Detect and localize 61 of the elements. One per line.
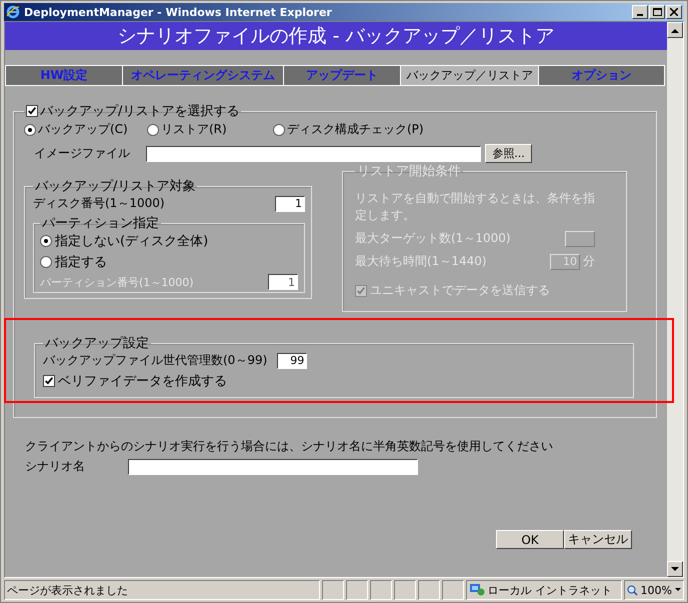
status-pane: [442, 580, 464, 600]
scenario-name-field[interactable]: [128, 458, 418, 474]
status-pane: [346, 580, 368, 600]
radio-label: ディスク構成チェック(P): [287, 121, 424, 138]
minimize-button[interactable]: [632, 5, 648, 19]
description: リストアを自動で開始するときは、条件を指定します。: [355, 190, 595, 224]
up-arrow-icon: [671, 28, 679, 32]
group-title: パーティション指定: [41, 215, 160, 232]
checkbox-label: バックアップ/リストアを選択する: [40, 103, 240, 120]
scroll-up-button[interactable]: [667, 22, 683, 38]
status-pane: [394, 580, 416, 600]
field-label: イメージファイル: [34, 145, 131, 162]
radio-label: バックアップ(C): [38, 121, 128, 138]
field-label: パーティション番号(1～1000): [40, 274, 194, 290]
radio-button[interactable]: [24, 124, 36, 136]
ok-button[interactable]: OK: [496, 530, 564, 549]
checkbox[interactable]: [43, 375, 55, 387]
note-text: クライアントからのシナリオ実行を行う場合には、シナリオ名に半角英数記号を使用してください: [25, 438, 554, 455]
scrollbar[interactable]: [667, 22, 683, 577]
radio-button[interactable]: [40, 256, 52, 268]
status-pane: [370, 580, 392, 600]
field-label: ディスク番号(1～1000): [33, 195, 165, 212]
radio-label: 指定しない(ディスク全体): [55, 233, 208, 250]
status-pane: [418, 580, 440, 600]
radio-label: 指定する: [55, 254, 107, 271]
radio-button[interactable]: [273, 124, 285, 136]
browser-icon: [6, 5, 20, 19]
network-icon: [468, 583, 485, 597]
field-label: 最大ターゲット数(1～1000): [355, 230, 511, 247]
tab[interactable]: バックアップ／リストア: [401, 66, 539, 85]
image-file-field[interactable]: [146, 146, 481, 162]
checkbox[interactable]: [26, 105, 38, 117]
close-button[interactable]: [666, 5, 682, 19]
radio-label: リストア(R): [161, 121, 227, 138]
group-title: リストア開始条件: [356, 163, 462, 180]
disk-number-field[interactable]: 1: [275, 196, 305, 212]
status-pane: [322, 580, 344, 600]
close-icon: [670, 8, 678, 16]
page-title: シナリオファイルの作成 - バックアップ／リストア: [118, 24, 554, 49]
checkbox-label: ベリファイデータを作成する: [58, 373, 227, 390]
zoom-icon: [626, 584, 638, 596]
radio-button[interactable]: [147, 124, 159, 136]
maximize-icon: [652, 8, 662, 16]
generations-field[interactable]: 99: [277, 352, 308, 368]
dropdown-icon[interactable]: [674, 588, 681, 592]
group-title: バックアップ設定: [44, 335, 150, 352]
field-label: 最大待ち時間(1～1440): [355, 253, 487, 270]
unit-label: 分: [583, 253, 595, 270]
cancel-button[interactable]: キャンセル: [564, 530, 632, 549]
group-title: バックアップ/リストア対象: [34, 178, 196, 195]
window-title: DeploymentManager - Windows Internet Explorer: [24, 6, 333, 18]
down-arrow-icon: [671, 566, 679, 572]
checkbox-label: ユニキャストでデータを送信する: [370, 282, 550, 299]
field-label: バックアップファイル世代管理数(0～99): [43, 352, 268, 369]
browse-button[interactable]: 参照...: [485, 144, 532, 163]
zone-text: ローカル イントラネット: [488, 582, 612, 598]
scroll-down-button[interactable]: [667, 561, 683, 577]
maximize-button[interactable]: [649, 5, 665, 19]
field-label: シナリオ名: [25, 458, 86, 475]
status-text: ページが表示されました: [4, 580, 320, 600]
radio-button[interactable]: [40, 235, 52, 247]
